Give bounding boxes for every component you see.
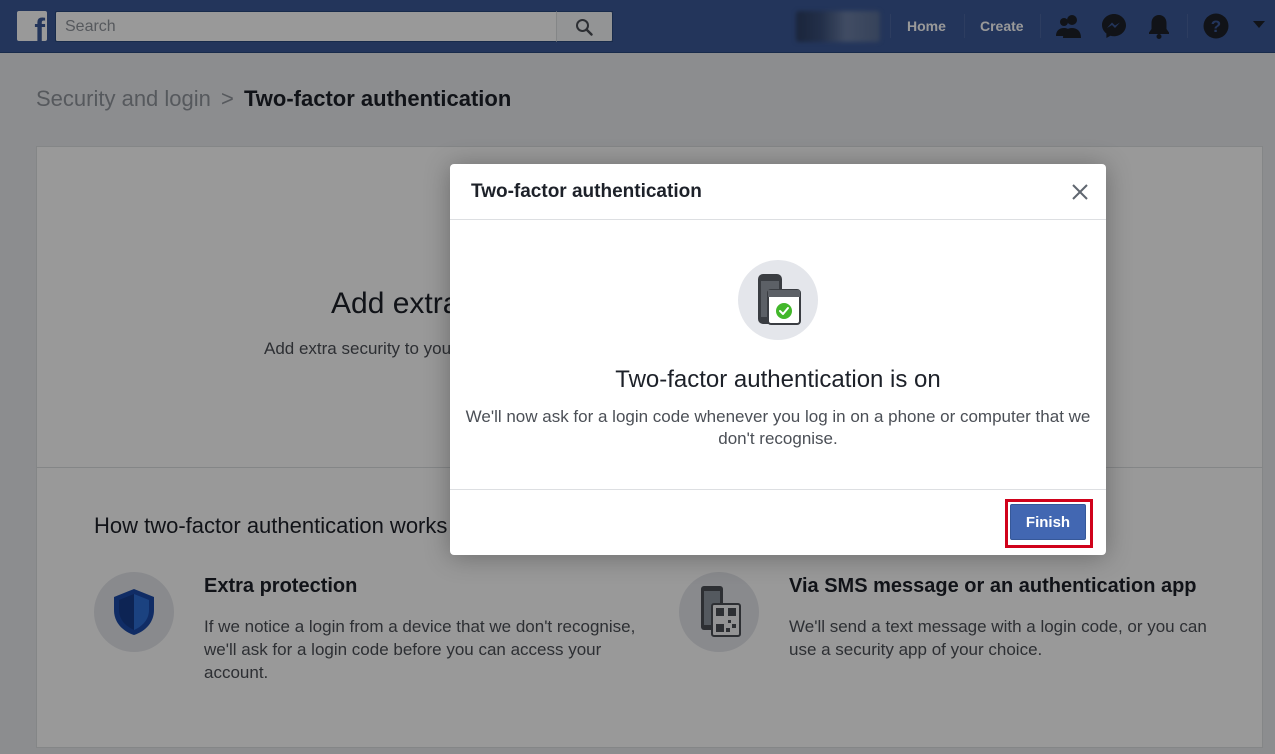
phone-check-icon bbox=[738, 260, 818, 340]
two-factor-dialog: Two-factor authentication Two-factor aut… bbox=[450, 164, 1106, 555]
close-icon[interactable] bbox=[1068, 180, 1092, 204]
dialog-header: Two-factor authentication bbox=[450, 164, 1106, 220]
finish-button[interactable]: Finish bbox=[1010, 504, 1086, 540]
dialog-footer: Finish bbox=[450, 489, 1106, 555]
dialog-message: We'll now ask for a login code whenever … bbox=[465, 407, 1091, 448]
dialog-heading: Two-factor authentication is on bbox=[615, 366, 941, 393]
dialog-title: Two-factor authentication bbox=[471, 181, 702, 202]
